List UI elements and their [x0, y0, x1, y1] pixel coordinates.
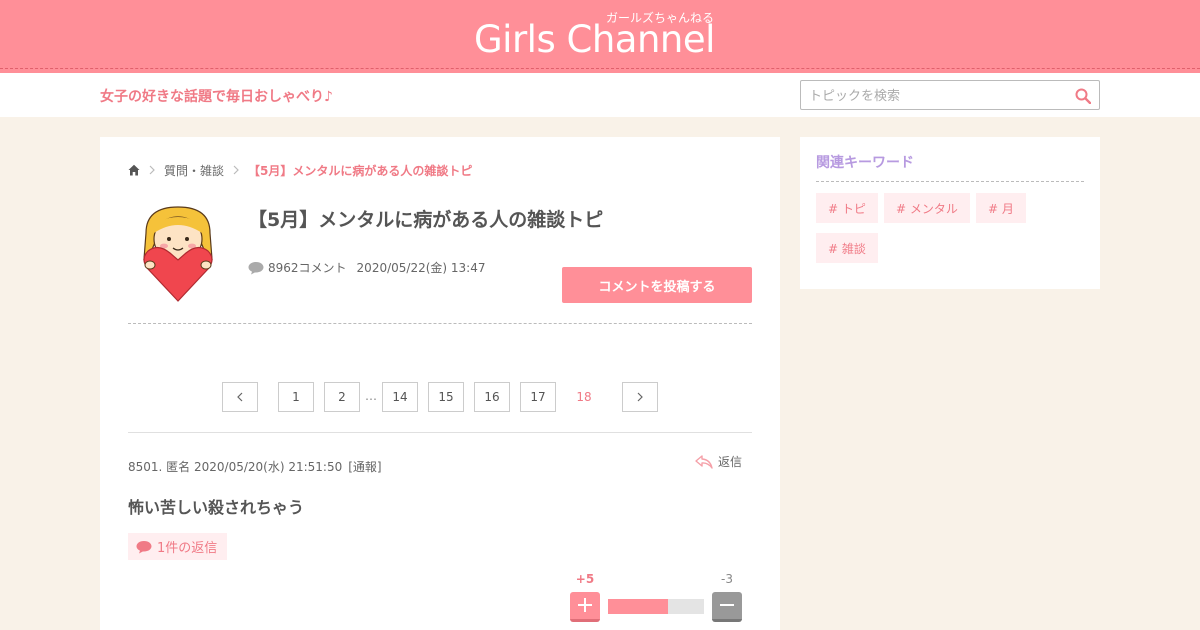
topic-card: 質問・雑談 【5月】メンタルに病がある人の雑談トピ 【5月】メンタルに病がある人… — [100, 137, 780, 630]
reply-count-button[interactable]: 1件の返信 — [128, 533, 228, 560]
divider — [128, 432, 752, 433]
reply-button[interactable]: 返信 — [695, 453, 742, 470]
minus-vote-button[interactable] — [712, 592, 742, 622]
header-divider — [0, 68, 1200, 69]
search-icon[interactable] — [1075, 88, 1091, 104]
topic-meta: 8962コメント 2020/05/22(金) 13:47 — [248, 259, 485, 276]
page-link[interactable]: 15 — [428, 382, 464, 412]
minus-vote-count: -3 — [721, 572, 733, 586]
keyword-tag[interactable]: # 月 — [976, 193, 1026, 223]
chevron-right-icon — [140, 165, 164, 175]
vote-ratio-bar — [608, 599, 704, 614]
site-logo-subtitle: ガールズちゃんねる — [606, 11, 715, 25]
keyword-tag[interactable]: # 雑談 — [816, 233, 878, 263]
comment-body: 怖い苦しい殺されちゃう — [128, 498, 305, 517]
reply-icon — [695, 454, 713, 469]
divider — [816, 181, 1084, 182]
breadcrumb: 質問・雑談 【5月】メンタルに病がある人の雑談トピ — [128, 162, 472, 178]
chevron-left-icon — [237, 392, 243, 402]
speech-bubble-icon — [136, 540, 152, 553]
breadcrumb-current: 【5月】メンタルに病がある人の雑談トピ — [248, 163, 473, 178]
reply-count-label: 1件の返信 — [157, 541, 218, 556]
vote-ratio-fill — [608, 599, 668, 614]
comment-icon — [248, 261, 264, 274]
site-header: Girls Channel ガールズちゃんねる — [0, 0, 1200, 73]
comment-count: 8962コメント — [268, 261, 347, 275]
chevron-right-icon — [224, 165, 248, 175]
page-ellipsis: … — [365, 389, 377, 403]
topic-thumbnail — [128, 203, 228, 303]
prev-page-button[interactable] — [222, 382, 258, 412]
home-icon[interactable] — [128, 164, 140, 176]
related-keywords-title: 関連キーワード — [816, 155, 914, 171]
page-link[interactable]: 16 — [474, 382, 510, 412]
post-comment-button[interactable]: コメントを投稿する — [562, 267, 752, 303]
divider — [128, 323, 752, 324]
page-link[interactable]: 17 — [520, 382, 556, 412]
comment-header: 8501. 匿名 2020/05/20(水) 21:51:50 [通報] — [128, 458, 382, 475]
keyword-tag[interactable]: # メンタル — [884, 193, 970, 223]
page-link[interactable]: 14 — [382, 382, 418, 412]
current-page: 18 — [576, 390, 592, 404]
page-link[interactable]: 2 — [324, 382, 360, 412]
report-link[interactable]: [通報] — [348, 460, 381, 474]
comment-number-date: 8501. 匿名 2020/05/20(水) 21:51:50 — [128, 460, 343, 474]
topic-date: 2020/05/22(金) 13:47 — [356, 261, 486, 275]
search-box — [800, 80, 1100, 110]
chevron-right-icon — [637, 392, 643, 402]
plus-vote-count: +5 — [575, 572, 595, 586]
related-keywords-panel: 関連キーワード # トピ # メンタル # 月 # 雑談 — [800, 137, 1100, 289]
reply-label: 返信 — [718, 455, 743, 469]
site-tagline: 女子の好きな話題で毎日おしゃべり♪ — [100, 89, 333, 105]
next-page-button[interactable] — [622, 382, 658, 412]
page-link[interactable]: 1 — [278, 382, 314, 412]
plus-vote-button[interactable] — [570, 592, 600, 622]
breadcrumb-category[interactable]: 質問・雑談 — [164, 162, 224, 179]
keyword-tag[interactable]: # トピ — [816, 193, 878, 223]
topic-title: 【5月】メンタルに病がある人の雑談トピ — [248, 209, 604, 231]
search-input[interactable] — [809, 87, 1059, 105]
